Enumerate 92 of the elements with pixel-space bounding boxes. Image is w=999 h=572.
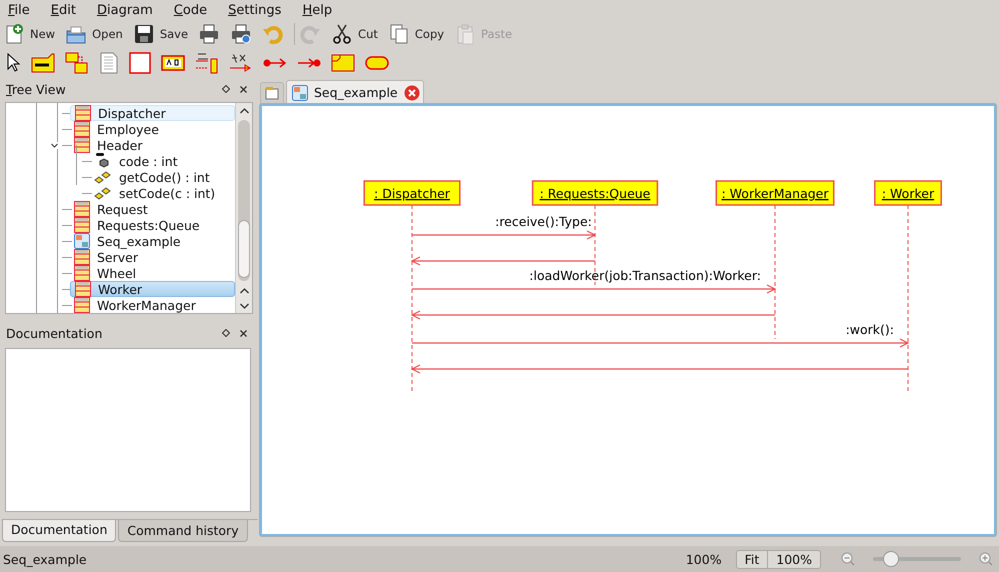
close-icon[interactable] xyxy=(240,330,247,336)
toolbar-button[interactable]: Save xyxy=(132,21,194,47)
diagram-icon xyxy=(292,84,308,100)
function-arrow-icon[interactable] xyxy=(229,52,253,74)
toolbar-button[interactable]: Copy xyxy=(388,21,450,47)
diagram-tab[interactable]: Seq_example xyxy=(286,80,424,104)
tree-item[interactable]: Dispatcher xyxy=(70,105,235,121)
documentation-field[interactable] xyxy=(5,348,251,512)
zoom-button[interactable]: Fit xyxy=(736,550,768,568)
print-preview-icon xyxy=(230,23,252,45)
class-icon xyxy=(74,265,90,281)
panel-tab[interactable]: Documentation xyxy=(2,520,116,542)
tree-item[interactable]: setCode(c : int) xyxy=(90,185,235,201)
pointer-icon[interactable] xyxy=(7,53,21,73)
panel-title: Tree View xyxy=(6,82,67,96)
class-icon xyxy=(74,217,90,233)
diamond-icon[interactable] xyxy=(222,329,230,337)
printer-icon xyxy=(198,23,220,45)
class-icon xyxy=(74,137,90,153)
message-arrow[interactable] xyxy=(411,230,596,240)
zoom-in-icon[interactable] xyxy=(979,552,993,566)
class-icon xyxy=(75,281,91,297)
text-label-icon[interactable] xyxy=(161,54,185,72)
class-icon xyxy=(74,121,90,137)
tree-item[interactable]: getCode() : int xyxy=(90,169,235,185)
new-diagram-button[interactable] xyxy=(260,82,284,104)
zoom-level: 100% xyxy=(686,552,722,566)
object-box[interactable]: : Requests:Queue xyxy=(532,180,658,206)
toolbar-button[interactable]: Cut xyxy=(331,21,384,47)
object-box[interactable]: : WorkerManager xyxy=(716,180,834,206)
object-box[interactable]: : Worker xyxy=(874,180,942,206)
chevron-icon[interactable] xyxy=(51,142,58,149)
menu-item[interactable]: Code xyxy=(168,2,212,18)
operation-icon xyxy=(94,185,112,201)
panel-title: Documentation xyxy=(6,326,104,340)
tree-item[interactable]: code : int xyxy=(90,153,235,169)
tree-item[interactable]: Worker xyxy=(70,281,235,297)
diagram-icon xyxy=(74,233,90,249)
message-arrow[interactable] xyxy=(411,284,776,294)
class-icon[interactable] xyxy=(31,53,55,73)
class-icon xyxy=(74,297,90,313)
new-document-icon xyxy=(265,86,279,100)
scroll-up-icon[interactable] xyxy=(240,288,248,294)
scroll-down-icon[interactable] xyxy=(240,303,248,309)
operation-icon xyxy=(94,169,112,185)
copy-icon xyxy=(388,23,410,45)
close-icon[interactable] xyxy=(404,84,420,100)
return-arrow[interactable] xyxy=(410,256,596,266)
tree-item[interactable]: Employee xyxy=(70,121,235,137)
redo-icon xyxy=(299,23,322,45)
tree-item[interactable]: Server xyxy=(70,249,235,265)
box-icon[interactable] xyxy=(129,52,151,74)
message-arrow[interactable] xyxy=(411,338,910,348)
message-label: :loadWorker(job:Transaction):Worker: xyxy=(529,268,761,283)
scrollbar[interactable] xyxy=(235,103,252,313)
zoom-button[interactable]: 100% xyxy=(767,550,820,568)
zoom-out-icon[interactable] xyxy=(841,552,855,566)
menu-item[interactable]: Settings xyxy=(223,2,286,18)
class-icon xyxy=(74,249,90,265)
menu-item[interactable]: Help xyxy=(297,2,338,18)
object-box[interactable]: : Dispatcher xyxy=(363,180,461,206)
message-label: :work(): xyxy=(846,322,894,337)
zoom-slider[interactable] xyxy=(873,551,961,567)
object-icon[interactable] xyxy=(65,52,89,74)
undo-icon xyxy=(262,23,284,45)
panel-tab[interactable]: Command history xyxy=(118,520,248,542)
menu-item[interactable]: File xyxy=(3,2,35,18)
scroll-up-icon[interactable] xyxy=(240,108,248,114)
rounded-box-icon[interactable] xyxy=(365,56,389,70)
tree-item[interactable]: Seq_example xyxy=(70,233,235,249)
message-label: :receive():Type: xyxy=(495,214,592,229)
tree-item[interactable]: Request xyxy=(70,201,235,217)
menu-item[interactable]: Diagram xyxy=(92,2,158,18)
diamond-icon[interactable] xyxy=(222,85,230,93)
close-icon[interactable] xyxy=(240,86,247,92)
return-arrow[interactable] xyxy=(410,364,909,374)
toolbar-button[interactable]: Open xyxy=(65,21,129,47)
tree-item[interactable]: WorkerManager xyxy=(70,297,235,313)
tree-item[interactable]: Header xyxy=(70,137,235,153)
lost-message-icon[interactable] xyxy=(297,57,321,69)
scissors-icon xyxy=(331,23,354,45)
class-icon xyxy=(75,105,91,121)
tree-item[interactable]: Wheel xyxy=(70,265,235,281)
return-arrow[interactable] xyxy=(410,310,776,320)
message-arrow-icon[interactable] xyxy=(263,57,287,69)
menu-item[interactable]: Edit xyxy=(46,2,81,18)
note-icon[interactable] xyxy=(99,52,119,74)
scrollbar-thumb[interactable] xyxy=(238,220,250,278)
status-text: Seq_example xyxy=(3,552,87,566)
toolbar-button[interactable]: New xyxy=(3,21,62,47)
tree-item[interactable]: Requests:Queue xyxy=(70,217,235,233)
class-icon xyxy=(74,201,90,217)
